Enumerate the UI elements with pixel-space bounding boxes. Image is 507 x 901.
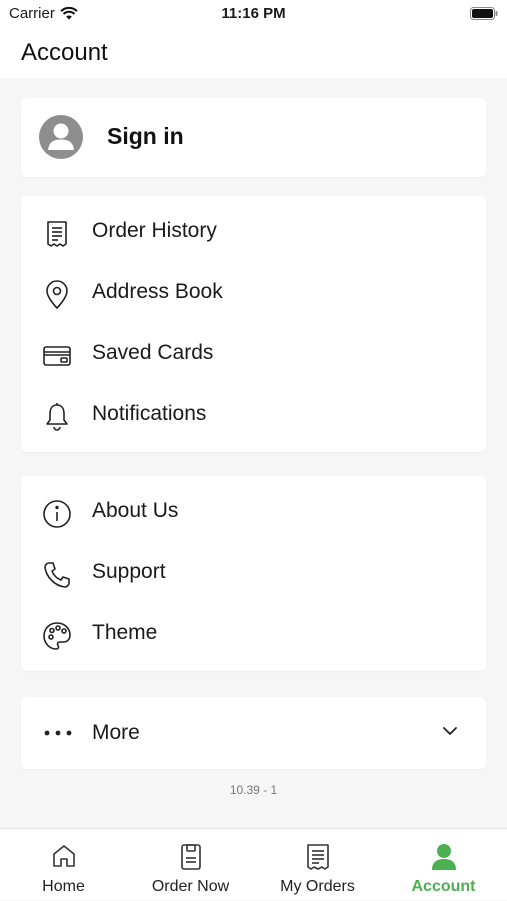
menu-item-saved-cards[interactable]: Saved Cards (21, 324, 486, 385)
info-menu-group: About Us Support Theme (21, 476, 486, 671)
status-time: 11:16 PM (221, 5, 286, 22)
app-version: 10.39 - 1 (229, 783, 278, 797)
home-icon (0, 842, 127, 870)
page-header: Account (0, 30, 507, 78)
tab-label: Account (411, 878, 476, 895)
menu-item-label: About Us (92, 499, 179, 522)
location-pin-icon (40, 280, 74, 310)
tab-home[interactable]: Home (0, 829, 127, 901)
receipt-icon (40, 219, 74, 249)
tab-my-orders[interactable]: My Orders (254, 829, 381, 901)
tab-account[interactable]: Account (380, 829, 507, 901)
menu-item-label: Support (92, 560, 166, 583)
orders-list-icon (254, 842, 381, 872)
menu-item-label: Order History (92, 219, 217, 242)
more-expander[interactable]: More (21, 697, 486, 769)
battery-icon (470, 7, 498, 25)
order-now-icon (127, 842, 254, 872)
tab-label: Order Now (151, 878, 230, 895)
more-dots-icon (43, 721, 75, 745)
status-bar: Carrier 11:16 PM (0, 0, 507, 30)
menu-item-support[interactable]: Support (21, 543, 486, 604)
sign-in-card[interactable]: Sign in (21, 98, 486, 177)
menu-item-order-history[interactable]: Order History (21, 202, 486, 263)
user-avatar-icon (39, 115, 83, 159)
palette-icon (40, 621, 74, 651)
menu-item-address-book[interactable]: Address Book (21, 263, 486, 324)
bottom-tab-bar: Home Order Now My Orders Account (0, 828, 507, 900)
menu-item-label: Notifications (92, 402, 207, 425)
tab-order-now[interactable]: Order Now (127, 829, 254, 901)
credit-card-icon (40, 341, 74, 371)
menu-item-theme[interactable]: Theme (21, 604, 486, 665)
bell-icon (40, 402, 74, 432)
info-icon (40, 499, 74, 529)
phone-icon (40, 560, 74, 590)
menu-item-label: Address Book (92, 280, 223, 303)
chevron-down-icon[interactable] (442, 723, 458, 744)
menu-item-about-us[interactable]: About Us (21, 482, 486, 543)
sign-in-label: Sign in (107, 123, 184, 149)
page-title: Account (21, 39, 108, 66)
menu-item-label: Theme (92, 621, 158, 644)
tab-label: Home (42, 878, 85, 895)
menu-item-notifications[interactable]: Notifications (21, 385, 486, 446)
menu-item-label: Saved Cards (92, 341, 214, 364)
account-menu-group: Order History Address Book Saved Cards N… (21, 196, 486, 452)
account-icon (380, 842, 507, 872)
tab-label: My Orders (280, 878, 355, 895)
more-label: More (92, 721, 140, 744)
